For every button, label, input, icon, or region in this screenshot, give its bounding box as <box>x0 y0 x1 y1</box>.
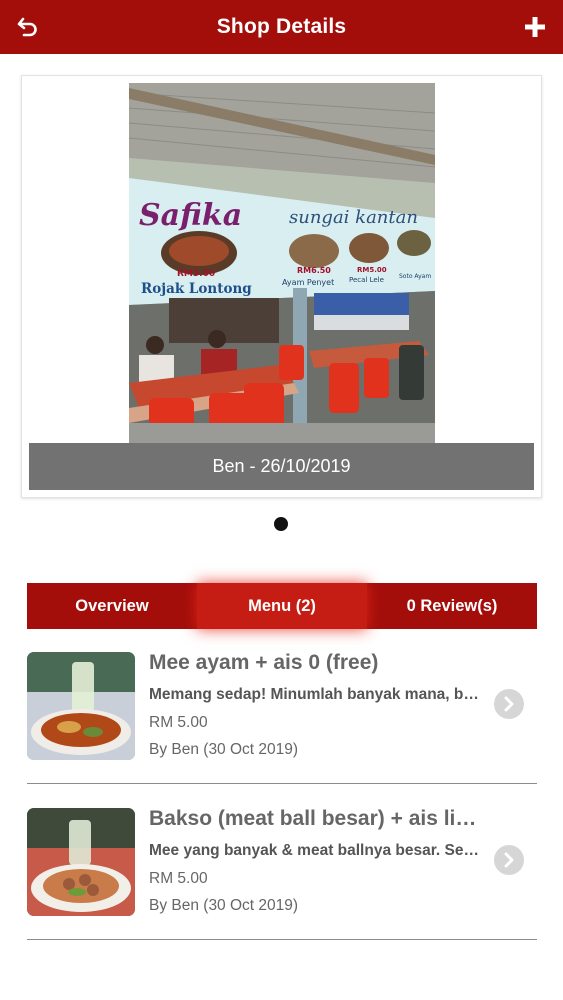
add-button[interactable] <box>517 9 553 45</box>
back-button[interactable] <box>10 9 46 45</box>
tab-reviews[interactable]: 0 Review(s) <box>367 583 537 629</box>
chevron-right-button[interactable] <box>494 689 524 719</box>
carousel-page-indicator[interactable] <box>274 517 288 531</box>
banner-shop-name: Safika <box>139 198 242 233</box>
menu-item-title: Bakso (meat ball besar) + ais limau <box>149 807 484 830</box>
photo-caption: Ben - 26/10/2019 <box>212 456 351 476</box>
tab-bar: Overview Menu (2) 0 Review(s) <box>27 583 537 629</box>
menu-item-title: Mee ayam + ais 0 (free) <box>149 651 379 674</box>
banner-price-3: RM5.00 <box>357 266 387 274</box>
app-header: Shop Details <box>0 0 563 54</box>
photo-caption-bar: Ben - 26/10/2019 <box>29 443 534 490</box>
noodle-soup-image <box>27 652 135 760</box>
menu-list-item[interactable]: Mee ayam + ais 0 (free) Memang sedap! Mi… <box>27 628 537 784</box>
meatball-soup-image <box>27 808 135 916</box>
menu-item-author: By Ben (30 Oct 2019) <box>149 897 299 914</box>
chevron-right-button[interactable] <box>494 845 524 875</box>
banner-dish-2: Ayam Penyet <box>282 278 334 287</box>
list-divider <box>27 939 537 940</box>
page-title: Shop Details <box>216 15 347 38</box>
banner-location: sungai kantan <box>289 207 418 228</box>
banner-price-2: RM6.50 <box>297 266 331 275</box>
menu-item-price: RM 5.00 <box>149 870 208 887</box>
tab-menu[interactable]: Menu (2) <box>197 583 367 629</box>
tab-overview[interactable]: Overview <box>27 583 197 629</box>
menu-list-item[interactable]: Bakso (meat ball besar) + ais limau Mee … <box>27 784 537 940</box>
menu-item-author: By Ben (30 Oct 2019) <box>149 741 299 758</box>
menu-item-description: Memang sedap! Minumlah banyak mana, bole… <box>149 686 484 703</box>
shop-photo: Safika sungai kantan RM5.00 Rojak Lonton… <box>129 83 435 443</box>
menu-item-description: Mee yang banyak & meat ballnya besar. Se… <box>149 842 484 859</box>
menu-item-thumbnail <box>27 808 135 916</box>
banner-price-1: RM5.00 <box>177 269 215 279</box>
banner-dish-3: Pecal Lele <box>349 276 384 284</box>
chevron-right-icon <box>504 696 514 712</box>
chevron-right-icon <box>504 852 514 868</box>
menu-item-price: RM 5.00 <box>149 714 208 731</box>
menu-item-thumbnail <box>27 652 135 760</box>
banner-dish-4: Soto Ayam <box>399 273 431 280</box>
plus-icon <box>525 17 545 37</box>
banner-dish-1: Rojak Lontong <box>141 281 252 297</box>
photo-carousel[interactable]: Safika sungai kantan RM5.00 Rojak Lonton… <box>21 75 542 498</box>
undo-arrow-icon <box>17 17 37 37</box>
